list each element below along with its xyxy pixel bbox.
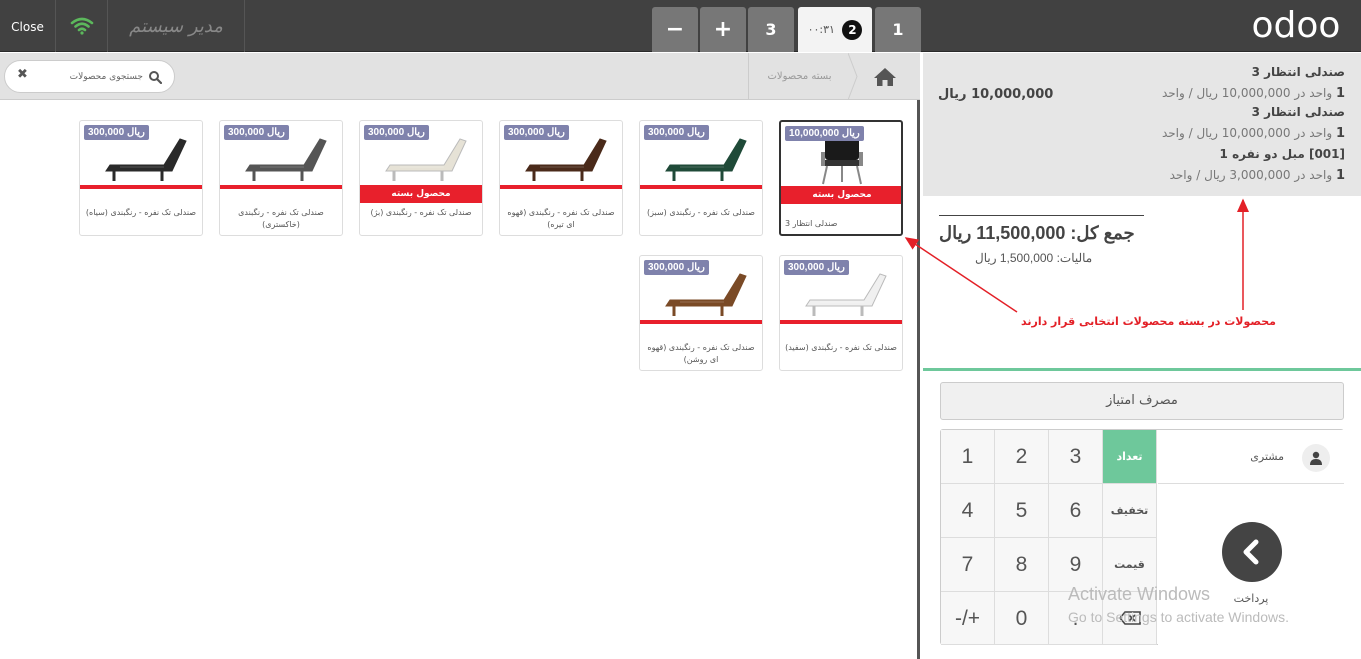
pack-badge xyxy=(220,185,342,189)
set-customer-button[interactable]: مشتری xyxy=(1158,430,1344,484)
product-name: صندلی تک نفره - رنگبندی (سیاه) xyxy=(85,208,197,217)
order-tab-number: 2 xyxy=(842,20,863,40)
product-name: صندلی تک نفره - رنگبندی (قهوه ای روشن) xyxy=(647,343,755,364)
top-bar: Close مدیر سیستم − + 3 ۰۰:۳۱ 2 1 odoo xyxy=(0,0,1361,52)
orderline-name[interactable]: [001] مبل دو نفره 1 xyxy=(1220,147,1345,161)
numpad-key-6[interactable]: 6 xyxy=(1049,484,1103,538)
product-card[interactable]: 300,000 ریال صندلی تک نفره - رنگبندی (سبز… xyxy=(639,120,763,236)
product-price-tag: 300,000 ریال xyxy=(364,125,429,140)
windows-watermark-subtitle: Go to Settings to activate Windows. xyxy=(1068,609,1289,625)
product-card[interactable]: 10,000,000 ریال محصول بسته صندلی انتظار 3 xyxy=(779,120,903,236)
product-price-tag: 10,000,000 ریال xyxy=(785,126,864,141)
orderline-name[interactable]: صندلی انتظار 3 xyxy=(1252,105,1345,119)
orderlines: صندلی انتظار 3 1 واحد در 10,000,000 ریال… xyxy=(923,53,1361,196)
logo-text: odoo xyxy=(1252,6,1341,46)
search-icon xyxy=(149,71,162,84)
numpad-key-1[interactable]: 1 xyxy=(941,430,995,484)
product-price-tag: 300,000 ریال xyxy=(644,260,709,275)
pack-badge: محصول بسته xyxy=(360,185,482,203)
orderline-info: 1 واحد در 10,000,000 ریال / واحد xyxy=(1162,86,1345,101)
order-tab-time: ۰۰:۳۱ xyxy=(807,23,835,36)
product-card[interactable]: 300,000 ریال صندلی تک نفره - رنگبندی (قهو… xyxy=(499,120,623,236)
product-card[interactable]: 300,000 ریال صندلی تک نفره - رنگبندی (سیا… xyxy=(79,120,203,236)
orderline-unit-info: واحد در 3,000,000 ریال / واحد xyxy=(1169,168,1333,182)
orderline-qty: 1 xyxy=(1335,86,1345,101)
pack-badge xyxy=(780,320,902,324)
orderline-info: 1 واحد در 10,000,000 ریال / واحد xyxy=(1162,126,1345,141)
pack-badge: محصول بسته xyxy=(781,186,901,204)
clear-search-icon[interactable]: ✖ xyxy=(17,67,28,82)
chevron-left-icon xyxy=(1222,522,1282,582)
numpad-key-7[interactable]: 7 xyxy=(941,538,995,592)
pack-badge xyxy=(640,185,762,189)
pack-badge xyxy=(80,185,202,189)
product-card[interactable]: 300,000 ریال صندلی تک نفره - رنگبندی (قهو… xyxy=(639,255,763,371)
use-points-button[interactable]: مصرف امتیاز xyxy=(940,382,1344,420)
order-tab-1[interactable]: 1 xyxy=(875,7,921,52)
product-name: صندلی تک نفره - رنگبندی (بژ) xyxy=(370,208,472,217)
cashier-name[interactable]: مدیر سیستم xyxy=(108,0,245,52)
orderline-name[interactable]: صندلی انتظار 3 xyxy=(1252,65,1345,79)
mode-quantity-button[interactable]: تعداد xyxy=(1103,430,1157,484)
product-card[interactable]: 300,000 ریال صندلی تک نفره - رنگبندی (خاک… xyxy=(219,120,343,236)
order-tab-2[interactable]: ۰۰:۳۱ 2 xyxy=(798,7,872,52)
order-summary: جمع کل: 11,500,000 ریال مالیات: 1,500,00… xyxy=(923,196,1361,371)
order-tab-3[interactable]: 3 xyxy=(748,7,794,52)
product-price-tag: 300,000 ریال xyxy=(784,260,849,275)
pack-badge xyxy=(500,185,622,189)
numpad-key-5[interactable]: 5 xyxy=(995,484,1049,538)
user-icon xyxy=(1302,444,1330,472)
order-pane: صندلی انتظار 3 1 واحد در 10,000,000 ریال… xyxy=(923,53,1361,659)
customer-label: مشتری xyxy=(1250,450,1284,463)
orderline-price: 10,000,000 ریال xyxy=(938,87,1054,102)
search-box[interactable]: ✖ xyxy=(4,60,175,93)
numpad-key-2[interactable]: 2 xyxy=(995,430,1049,484)
mode-discount-button[interactable]: تخفیف xyxy=(1103,484,1157,538)
windows-watermark-title: Activate Windows xyxy=(1068,584,1211,604)
product-name: صندلی تک نفره - رنگبندی (قهوه ای تیره) xyxy=(507,208,615,229)
orderline-qty: 1 xyxy=(1335,126,1345,141)
home-icon xyxy=(874,67,896,86)
numpad-key-sign[interactable]: -/+ xyxy=(941,592,995,645)
order-tax: مالیات: 1,500,000 ریال xyxy=(975,251,1093,265)
add-order-button[interactable]: + xyxy=(700,7,746,52)
product-price-tag: 300,000 ریال xyxy=(84,125,149,140)
product-card[interactable]: 300,000 ریال محصول بسته صندلی تک نفره - رن… xyxy=(359,120,483,236)
pack-badge xyxy=(640,320,762,324)
product-name: صندلی تک نفره - رنگبندی (خاکستری) xyxy=(238,208,324,229)
numpad-key-8[interactable]: 8 xyxy=(995,538,1049,592)
annotation-text: محصولات در بسته محصولات انتخابی قرار دار… xyxy=(1021,315,1276,328)
remove-order-button[interactable]: − xyxy=(652,7,698,52)
wifi-icon xyxy=(56,0,108,52)
product-price-tag: 300,000 ریال xyxy=(224,125,289,140)
breadcrumb-category[interactable]: بسته محصولات xyxy=(748,53,850,100)
breadcrumb-home[interactable] xyxy=(850,53,920,100)
orderline-unit-info: واحد در 10,000,000 ریال / واحد xyxy=(1161,86,1333,100)
orderline-info: 1 واحد در 3,000,000 ریال / واحد xyxy=(1170,168,1345,183)
product-card[interactable]: 300,000 ریال صندلی تک نفره - رنگبندی (سفی… xyxy=(779,255,903,371)
product-name: صندلی تک نفره - رنگبندی (سبز) xyxy=(647,208,755,217)
numpad-key-0[interactable]: 0 xyxy=(995,592,1049,645)
product-name: صندلی انتظار 3 xyxy=(785,219,838,228)
orderline-qty: 1 xyxy=(1335,168,1345,183)
products-pane: ✖ بسته محصولات 10,000,000 ریال محصول بسته… xyxy=(0,53,920,659)
product-price-tag: 300,000 ریال xyxy=(504,125,569,140)
odoo-logo: odoo xyxy=(1252,6,1341,46)
orderline-unit-info: واحد در 10,000,000 ریال / واحد xyxy=(1161,126,1333,140)
product-name: صندلی تک نفره - رنگبندی (سفید) xyxy=(785,343,897,352)
summary-divider xyxy=(939,215,1144,216)
search-input[interactable] xyxy=(43,69,143,85)
order-total: جمع کل: 11,500,000 ریال xyxy=(939,223,1135,243)
product-price-tag: 300,000 ریال xyxy=(644,125,709,140)
products-header: ✖ بسته محصولات xyxy=(0,53,920,100)
numpad-key-4[interactable]: 4 xyxy=(941,484,995,538)
close-button[interactable]: Close xyxy=(0,0,56,52)
numpad-key-3[interactable]: 3 xyxy=(1049,430,1103,484)
